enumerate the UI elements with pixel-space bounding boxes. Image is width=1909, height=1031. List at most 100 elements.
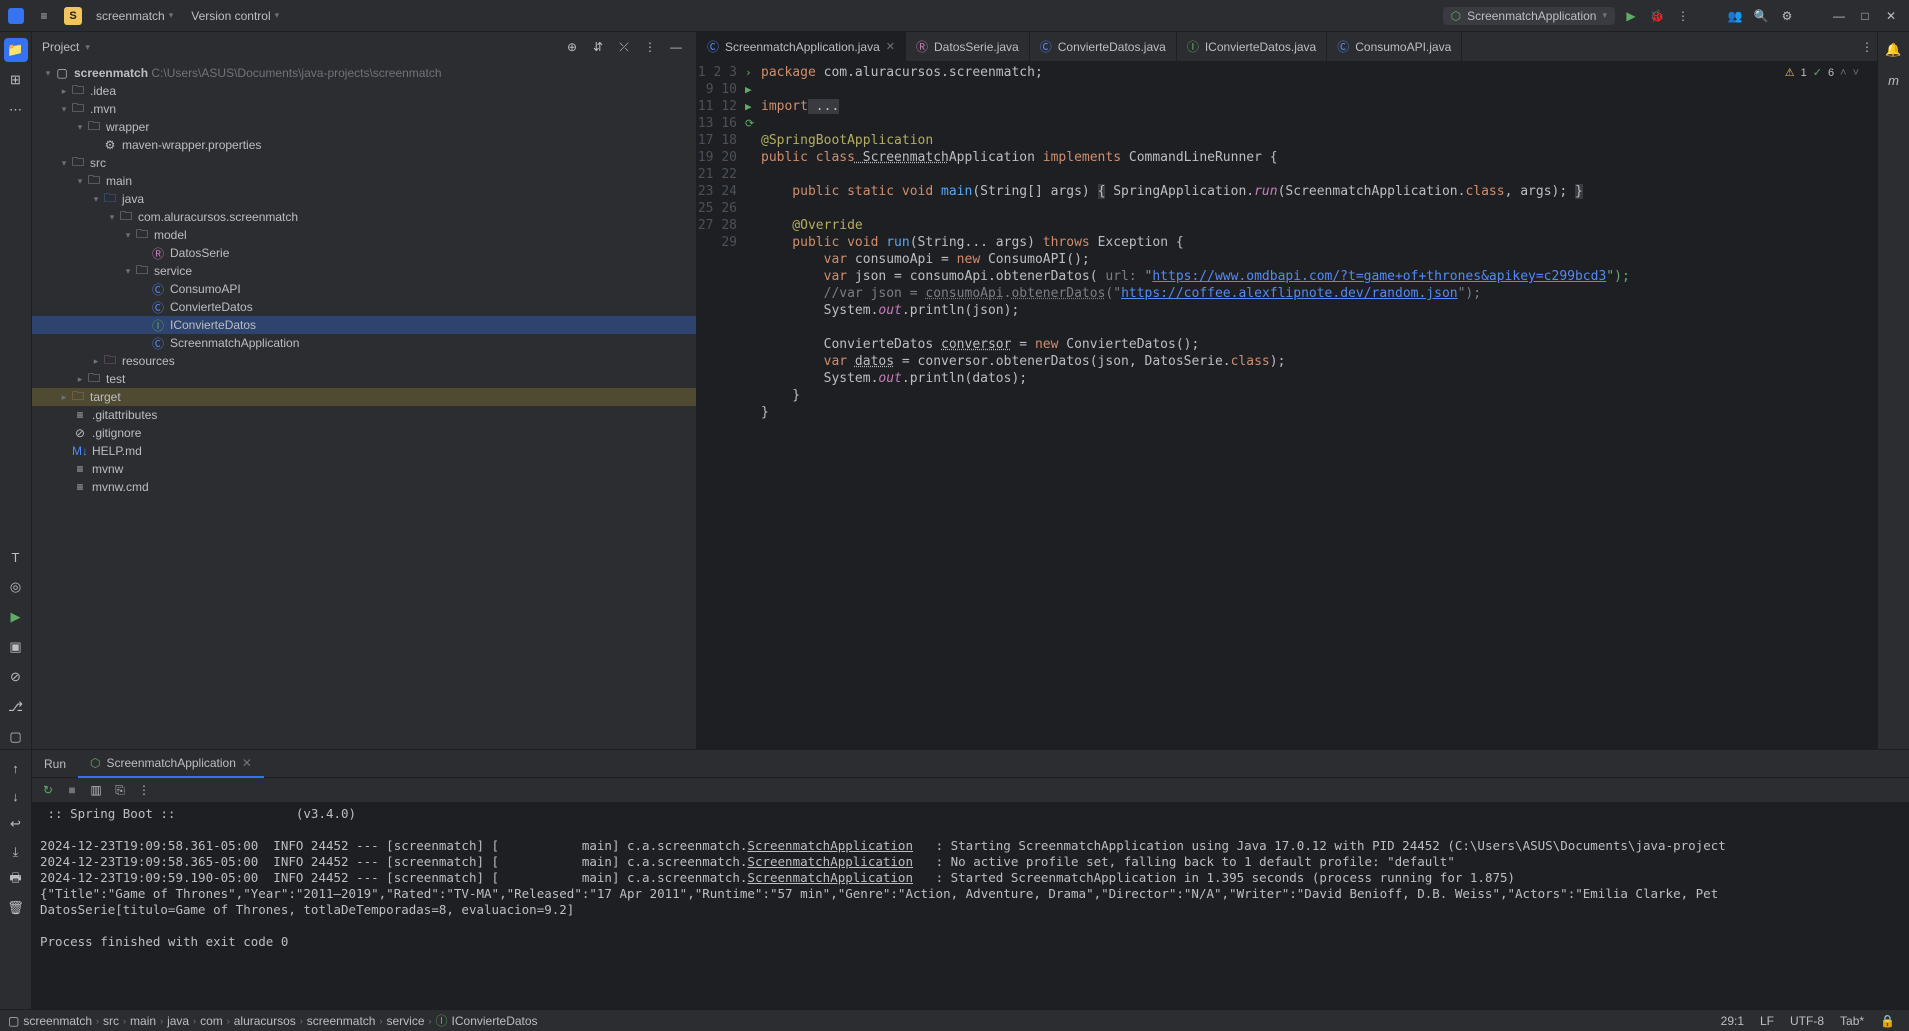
breadcrumb[interactable]: main [130, 1014, 156, 1028]
warning-icon[interactable]: ⚠ [1785, 66, 1795, 79]
tree-item-screenmatchapp[interactable]: Ⓒ ScreenmatchApplication [32, 334, 696, 352]
breadcrumb-leaf[interactable]: Ⓘ IConvierteDatos [436, 1012, 538, 1029]
tab-datosserie[interactable]: Ⓡ DatosSerie.java [906, 32, 1030, 62]
run-app-tab[interactable]: ⬡ ScreenmatchApplication ✕ [78, 750, 264, 778]
project-tool-icon[interactable]: 📁 [4, 38, 28, 62]
tree-item-conviertedatos[interactable]: Ⓒ ConvierteDatos [32, 298, 696, 316]
options-icon[interactable]: ⋮ [640, 37, 660, 57]
settings-icon[interactable]: ⚙ [1777, 6, 1797, 26]
down-icon[interactable]: ˅ [1853, 67, 1859, 79]
tree-item-resources[interactable]: ▸🗀 resources [32, 352, 696, 370]
run-config-selector[interactable]: ⬡ ScreenmatchApplication ▾ [1443, 7, 1615, 25]
chevron-down-icon[interactable]: ▾ [85, 42, 90, 53]
line-separator[interactable]: LF [1754, 1014, 1780, 1028]
readonly-icon[interactable]: 🔒 [1874, 1014, 1901, 1028]
tree-item-java[interactable]: ▾🗀 java [32, 190, 696, 208]
clear-icon[interactable]: 🗑 [4, 896, 28, 920]
tree-item-gitignore[interactable]: ⊘ .gitignore [32, 424, 696, 442]
rerun-icon[interactable]: ↻ [38, 780, 58, 800]
code-area[interactable]: package com.aluracursos.screenmatch; imp… [757, 62, 1877, 749]
breadcrumb[interactable]: screenmatch [307, 1014, 376, 1028]
tree-item-service[interactable]: ▾🗀 service [32, 262, 696, 280]
up-icon[interactable]: ˄ [1840, 67, 1846, 79]
expand-all-icon[interactable]: ⇵ [588, 37, 608, 57]
spring-icon: ⬡ [1451, 9, 1461, 23]
search-icon[interactable]: 🔍 [1751, 6, 1771, 26]
problems-tool-icon[interactable]: ⊘ [4, 665, 28, 689]
hide-panel-icon[interactable]: — [666, 37, 686, 57]
run-tool-icon[interactable]: ▶ [4, 605, 28, 629]
tree-item-help[interactable]: M↓ HELP.md [32, 442, 696, 460]
breadcrumb[interactable]: service [386, 1014, 424, 1028]
soft-wrap-icon[interactable]: ↩ [4, 812, 28, 836]
debug-button[interactable]: 🐞 [1647, 6, 1667, 26]
tree-item-mvnw[interactable]: ≡ mvnw [32, 460, 696, 478]
code-with-me-icon[interactable]: 👥 [1725, 6, 1745, 26]
breadcrumb[interactable]: aluracursos [234, 1014, 296, 1028]
run-button[interactable]: ▶ [1621, 6, 1641, 26]
maven-icon[interactable]: m [1882, 68, 1906, 92]
scroll-end-icon[interactable]: ⤓ [4, 840, 28, 864]
project-selector[interactable]: screenmatch ▾ [92, 7, 177, 25]
tree-item-maven-props[interactable]: ⚙ maven-wrapper.properties [32, 136, 696, 154]
tree-item-src[interactable]: ▾🗀 src [32, 154, 696, 172]
tree-item-test[interactable]: ▸🗀 test [32, 370, 696, 388]
thread-down-icon[interactable]: ↓ [4, 784, 28, 808]
indent-config[interactable]: Tab* [1834, 1014, 1870, 1028]
text-tool-icon[interactable]: T [4, 545, 28, 569]
tree-item-main[interactable]: ▾🗀 main [32, 172, 696, 190]
code-editor[interactable]: ⚠ 1 ✓ 6 ˄ ˅ 1 2 3 9 10 11 12 13 16 17 18… [697, 62, 1877, 749]
select-opened-icon[interactable]: ⊕ [562, 37, 582, 57]
maximize-button[interactable]: □ [1855, 6, 1875, 26]
tree-label: .idea [90, 84, 116, 98]
breadcrumb-root[interactable]: ▢ screenmatch [8, 1014, 92, 1028]
more-icon[interactable]: ⋮ [134, 780, 154, 800]
breadcrumb[interactable]: java [167, 1014, 189, 1028]
tree-item-datosserie[interactable]: Ⓡ DatosSerie [32, 244, 696, 262]
run-gutter[interactable]: › ▶ ▶ ⟳ [745, 62, 757, 749]
tree-root[interactable]: ▾▢ screenmatch C:\Users\ASUS\Documents\j… [32, 64, 696, 82]
breadcrumb[interactable]: src [103, 1014, 119, 1028]
more-actions-icon[interactable]: ⋮ [1673, 6, 1693, 26]
vcs-menu[interactable]: Version control ▾ [187, 7, 283, 25]
tabs-options-icon[interactable]: ⋮ [1857, 37, 1877, 57]
notifications-icon[interactable]: 🔔 [1882, 38, 1906, 62]
tree-item-iconviertedatos[interactable]: Ⓘ IConvierteDatos [32, 316, 696, 334]
close-button[interactable]: ✕ [1881, 6, 1901, 26]
caret-position[interactable]: 29:1 [1715, 1014, 1750, 1028]
tree-item-mvn[interactable]: ▾🗀 .mvn [32, 100, 696, 118]
print-icon[interactable]: 🖶 [4, 868, 28, 892]
tree-item-idea[interactable]: ▸🗀 .idea [32, 82, 696, 100]
tree-item-pkg[interactable]: ▾🗀 com.aluracursos.screenmatch [32, 208, 696, 226]
stop-icon[interactable]: ■ [62, 780, 82, 800]
tree-item-mvnwcmd[interactable]: ≡ mvnw.cmd [32, 478, 696, 496]
tab-consumoapi[interactable]: Ⓒ ConsumoAPI.java [1327, 32, 1462, 62]
tab-iconviertedatos[interactable]: Ⓘ IConvierteDatos.java [1177, 32, 1327, 62]
tab-screenmatchapplication[interactable]: Ⓒ ScreenmatchApplication.java ✕ [697, 32, 906, 62]
minimize-button[interactable]: — [1829, 6, 1849, 26]
breadcrumb[interactable]: com [200, 1014, 223, 1028]
collapse-all-icon[interactable]: ⤫ [614, 37, 634, 57]
exit-icon[interactable]: ⎘ [110, 780, 130, 800]
thread-up-icon[interactable]: ↑ [4, 756, 28, 780]
tree-item-target[interactable]: ▸🗀 target [32, 388, 696, 406]
services-tool-icon[interactable]: ▣ [4, 635, 28, 659]
more-tool-icon[interactable]: ⋯ [4, 98, 28, 122]
tab-conviertedatos[interactable]: Ⓒ ConvierteDatos.java [1030, 32, 1177, 62]
ok-icon[interactable]: ✓ [1813, 66, 1822, 79]
tree-item-wrapper[interactable]: ▾🗀 wrapper [32, 118, 696, 136]
git-tool-icon[interactable]: ⎇ [4, 695, 28, 719]
console-output[interactable]: :: Spring Boot :: (v3.4.0) 2024-12-23T19… [32, 802, 1909, 1009]
encoding[interactable]: UTF-8 [1784, 1014, 1830, 1028]
tree-item-consumoapi[interactable]: Ⓒ ConsumoAPI [32, 280, 696, 298]
close-icon[interactable]: ✕ [886, 40, 895, 53]
tree-item-gitattributes[interactable]: ≡ .gitattributes [32, 406, 696, 424]
main-menu-icon[interactable]: ≡ [34, 6, 54, 26]
close-icon[interactable]: ✕ [242, 756, 252, 770]
layout-icon[interactable]: ▥ [86, 780, 106, 800]
run-tab[interactable]: Run [32, 750, 78, 778]
endpoints-tool-icon[interactable]: ◎ [4, 575, 28, 599]
structure-tool-icon[interactable]: ⊞ [4, 68, 28, 92]
terminal-tool-icon[interactable]: ▢ [4, 725, 28, 749]
tree-item-model[interactable]: ▾🗀 model [32, 226, 696, 244]
